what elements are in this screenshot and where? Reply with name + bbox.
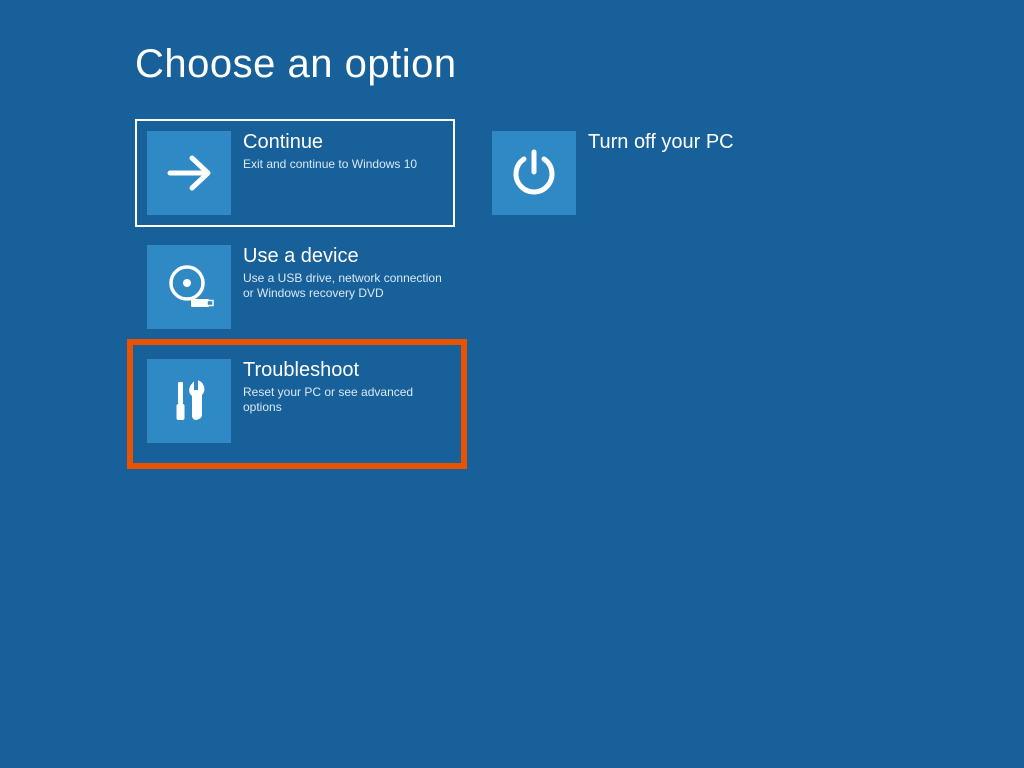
disc-usb-icon [147, 245, 231, 329]
continue-tile[interactable]: Continue Exit and continue to Windows 10 [135, 119, 455, 227]
troubleshoot-text: Troubleshoot Reset your PC or see advanc… [231, 347, 455, 455]
continue-title: Continue [243, 131, 445, 153]
tools-icon [147, 359, 231, 443]
turn-off-title: Turn off your PC [588, 131, 790, 153]
use-device-text: Use a device Use a USB drive, network co… [231, 233, 455, 341]
continue-description: Exit and continue to Windows 10 [243, 157, 445, 172]
troubleshoot-title: Troubleshoot [243, 359, 445, 381]
use-device-description: Use a USB drive, network connection or W… [243, 271, 445, 301]
turn-off-text: Turn off your PC [576, 119, 800, 227]
power-icon [492, 131, 576, 215]
use-device-title: Use a device [243, 245, 445, 267]
arrow-right-icon [147, 131, 231, 215]
page-title: Choose an option [135, 42, 1024, 87]
troubleshoot-tile[interactable]: Troubleshoot Reset your PC or see advanc… [135, 347, 455, 455]
continue-text: Continue Exit and continue to Windows 10 [231, 119, 455, 227]
use-device-tile[interactable]: Use a device Use a USB drive, network co… [135, 233, 455, 341]
troubleshoot-description: Reset your PC or see advanced options [243, 385, 445, 415]
winre-choose-option-screen: Choose an option Continue Exit and conti… [0, 0, 1024, 768]
turn-off-tile[interactable]: Turn off your PC [480, 119, 800, 227]
